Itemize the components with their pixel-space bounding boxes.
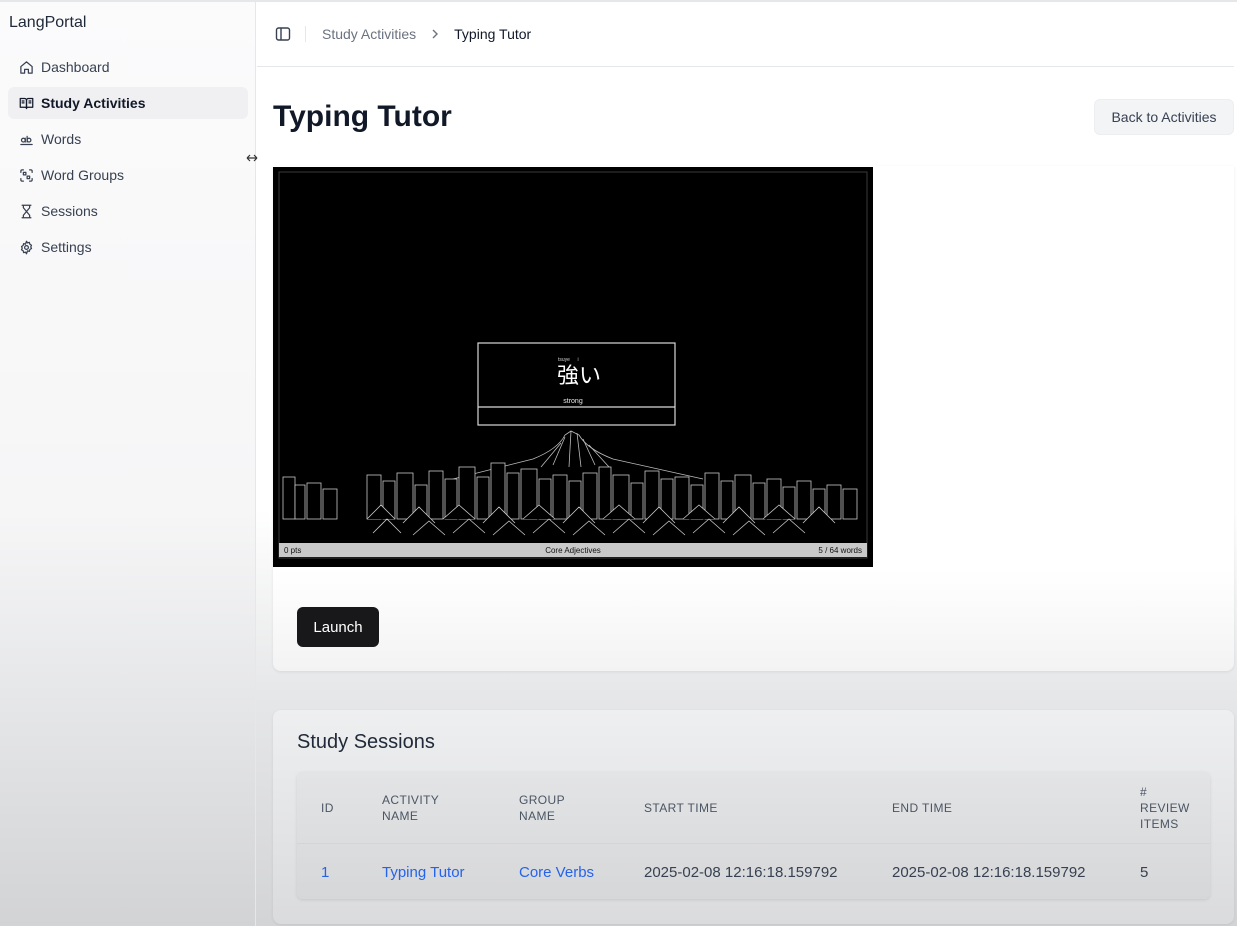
gear-icon: [18, 239, 34, 255]
sidebar-item-word-groups[interactable]: Word Groups: [8, 159, 248, 191]
sidebar-item-words[interactable]: Words: [8, 123, 248, 155]
review-items-cell: 5: [1140, 864, 1149, 881]
target-word: 強い: [557, 364, 601, 389]
home-icon: [18, 59, 34, 75]
sidebar-item-label: Settings: [41, 239, 92, 255]
column-header-activity-name[interactable]: ACTIVITY NAME: [382, 792, 439, 824]
sidebar-toggle-icon[interactable]: [275, 26, 291, 42]
page-title: Typing Tutor: [273, 100, 452, 133]
word-meaning: strong: [563, 398, 583, 405]
start-time-cell: 2025-02-08 12:16:18.159792: [644, 864, 838, 881]
back-to-activities-button[interactable]: Back to Activities: [1094, 99, 1234, 135]
sidebar-item-settings[interactable]: Settings: [8, 231, 248, 263]
column-header-start-time[interactable]: START TIME: [644, 800, 718, 816]
hourglass-icon: [18, 203, 34, 219]
header-divider: [305, 26, 306, 42]
column-header-review-items[interactable]: # REVIEW ITEMS: [1140, 784, 1190, 832]
breadcrumb: Study Activities Typing Tutor: [322, 26, 531, 42]
activity-preview-image: tsuye i 強い strong 0 pts Core Adjectives …: [273, 167, 873, 567]
reading-hint-1: tsuye: [558, 357, 570, 363]
reading-hint-2: i: [577, 357, 578, 363]
sidebar-nav: Dashboard Study Activities Words Word Gr…: [8, 51, 248, 267]
end-time-cell: 2025-02-08 12:16:18.159792: [892, 864, 1086, 881]
top-header: Study Activities Typing Tutor: [257, 2, 1234, 67]
resize-cursor-icon[interactable]: [246, 151, 258, 163]
sidebar-item-study-activities[interactable]: Study Activities: [8, 87, 248, 119]
sessions-table: ID ACTIVITY NAME GROUP NAME START TIME E…: [297, 772, 1210, 899]
sidebar-item-label: Dashboard: [41, 59, 110, 75]
breadcrumb-study-activities[interactable]: Study Activities: [322, 26, 416, 42]
book-open-icon: [18, 95, 34, 111]
sidebar-item-label: Word Groups: [41, 167, 124, 183]
group-name-text: Core Adjectives: [545, 546, 601, 555]
column-header-group-name[interactable]: GROUP NAME: [519, 792, 565, 824]
column-header-id[interactable]: ID: [321, 800, 334, 816]
table-row-divider: [297, 843, 1210, 844]
words-icon: [18, 131, 34, 147]
sidebar: LangPortal Dashboard Study Activities Wo…: [0, 2, 256, 926]
sidebar-item-sessions[interactable]: Sessions: [8, 195, 248, 227]
score-text: 0 pts: [284, 546, 301, 555]
sidebar-item-label: Sessions: [41, 203, 98, 219]
breadcrumb-current: Typing Tutor: [454, 26, 532, 42]
sidebar-item-label: Words: [41, 131, 82, 147]
sidebar-item-dashboard[interactable]: Dashboard: [8, 51, 248, 83]
sidebar-item-label: Study Activities: [41, 95, 146, 111]
session-id-link[interactable]: 1: [321, 864, 329, 881]
app-title: LangPortal: [9, 14, 87, 31]
word-groups-icon: [18, 167, 34, 183]
chevron-right-icon: [432, 29, 439, 39]
study-sessions-title: Study Sessions: [297, 731, 435, 753]
progress-text: 5 / 64 words: [818, 546, 862, 555]
group-name-link[interactable]: Core Verbs: [519, 864, 594, 881]
activity-name-link[interactable]: Typing Tutor: [382, 864, 465, 881]
launch-button[interactable]: Launch: [297, 607, 379, 647]
column-header-end-time[interactable]: END TIME: [892, 800, 952, 816]
